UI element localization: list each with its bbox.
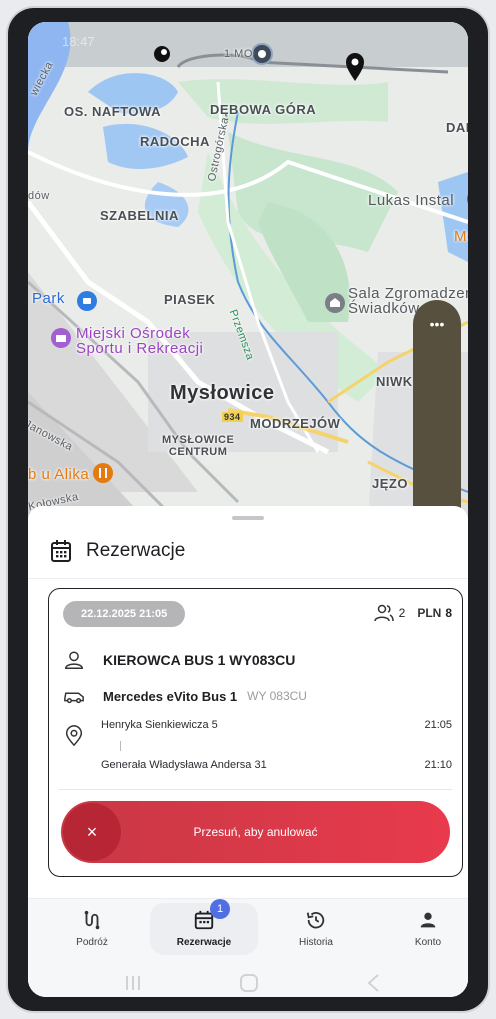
route-icon <box>84 910 100 930</box>
map-canvas <box>28 22 468 522</box>
map-label: MYSŁOWICE CENTRUM <box>162 434 235 458</box>
tab-historia[interactable]: Historia <box>262 903 370 955</box>
sheet-header: Rezerwacje <box>50 536 185 566</box>
shop-pin-icon <box>467 194 468 204</box>
driver-name: KIEROWCA BUS 1 WY083CU <box>103 652 296 668</box>
driver-row: KIEROWCA BUS 1 WY083CU <box>63 649 295 671</box>
destination-pin-icon <box>346 53 364 81</box>
dropoff-address: Generała Władysława Andersa 31 <box>101 759 267 771</box>
map-label: Mysłowice <box>170 382 275 404</box>
tab-podroz[interactable]: Podróż <box>38 903 146 955</box>
map-label: Lukas Instal <box>368 192 455 209</box>
card-divider <box>59 789 452 790</box>
map-label: Miejski Ośrodek Sportu i Rekreacji <box>76 325 204 357</box>
system-navigation-bar <box>28 968 468 997</box>
map-label: DAŃ <box>446 120 468 135</box>
map-label: Park <box>32 290 65 307</box>
notification-badge: 1 <box>210 899 230 919</box>
church-pin-icon <box>325 293 345 313</box>
map-view[interactable]: 18:47 OS. NAFTOWA DĘBOWA GÓRA RADOCHA Os… <box>28 22 468 522</box>
cancel-slider-knob[interactable]: × <box>63 803 121 861</box>
header-divider <box>28 578 468 579</box>
map-label: SZABELNIA <box>100 208 179 223</box>
account-icon <box>420 912 436 928</box>
sheet-drag-handle[interactable] <box>232 516 264 520</box>
map-label: 1 MO <box>224 48 253 60</box>
map-label: MODRZEJÓW <box>250 416 341 431</box>
sheet-title: Rezerwacje <box>86 540 186 561</box>
history-icon <box>306 911 325 929</box>
passengers-icon <box>373 604 394 622</box>
map-label: OS. NAFTOWA <box>64 104 161 119</box>
map-label: JĘZO <box>372 476 408 491</box>
tab-konto[interactable]: Konto <box>374 903 468 955</box>
vehicle-name: Mercedes eVito Bus 1 <box>103 688 238 704</box>
phone-frame: 18:47 OS. NAFTOWA DĘBOWA GÓRA RADOCHA Os… <box>8 8 488 1011</box>
pickup-time: 21:05 <box>424 719 452 731</box>
map-label: DĘBOWA GÓRA <box>210 102 317 117</box>
cancel-slider[interactable]: Przesuń, aby anulować × <box>61 801 450 863</box>
person-icon <box>65 651 83 669</box>
route-connector <box>120 741 121 751</box>
tab-label: Rezerwacje <box>176 937 232 948</box>
reservation-card[interactable]: 22.12.2025 21:05 2 PLN 8 KIEROWCA BUS 1 … <box>48 588 463 877</box>
reservation-date-badge: 22.12.2025 21:05 <box>63 601 186 627</box>
more-options-icon[interactable]: ••• <box>413 316 461 332</box>
reservation-summary: 2 PLN 8 <box>373 604 452 622</box>
home-icon[interactable] <box>238 972 260 994</box>
car-icon <box>64 692 84 704</box>
app-screen: 18:47 OS. NAFTOWA DĘBOWA GÓRA RADOCHA Os… <box>28 22 468 997</box>
map-label: RADOCHA <box>140 134 210 149</box>
sport-center-pin-icon <box>51 328 71 348</box>
passenger-count: 2 <box>398 606 406 620</box>
map-pin-icon <box>154 46 170 62</box>
recent-apps-icon[interactable] <box>124 974 142 992</box>
vehicle-plate: WY 083CU <box>247 689 307 703</box>
pickup-address: Henryka Sienkiewicza 5 <box>101 719 218 731</box>
status-time: 18:47 <box>62 34 95 49</box>
parking-pin-icon <box>77 291 97 311</box>
bottom-navigation: Podróż 1 Rezerwacje Historia Konto <box>28 898 468 969</box>
restaurant-pin-icon <box>93 463 113 483</box>
map-label: b u Alika <box>28 466 90 483</box>
current-location-icon <box>251 43 273 65</box>
road-number-label: 934 <box>222 412 243 422</box>
location-icon <box>65 725 83 747</box>
tab-label: Podróż <box>76 937 108 948</box>
map-label: Mc <box>454 228 468 245</box>
vehicle-row: Mercedes eVito Bus 1 WY 083CU <box>63 685 307 707</box>
close-icon: × <box>86 821 98 842</box>
dropoff-time: 21:10 <box>424 759 452 771</box>
map-label: dów <box>28 190 50 202</box>
back-icon[interactable] <box>364 972 382 994</box>
tab-label: Konto <box>414 937 442 948</box>
calendar-icon <box>51 540 71 562</box>
tab-label: Historia <box>299 937 333 948</box>
price-currency: PLN <box>417 606 442 620</box>
price-value: 8 <box>445 606 452 620</box>
tab-rezerwacje[interactable]: 1 Rezerwacje <box>150 899 258 955</box>
map-label: NIWK <box>376 374 413 389</box>
map-label: PIASEK <box>164 292 216 307</box>
